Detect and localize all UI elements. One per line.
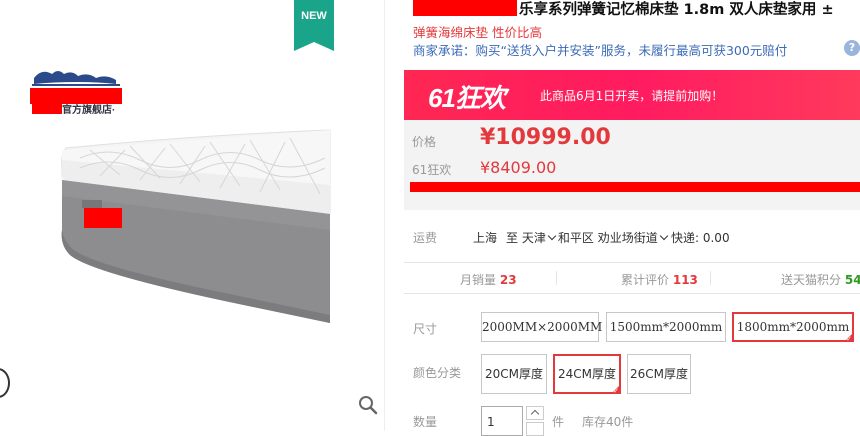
product-title: 乐享系列弹簧记忆棉床垫 1.8m 双人床垫家用 ± bbox=[519, 2, 834, 18]
review-count-value: 113 bbox=[672, 273, 698, 287]
product-image[interactable] bbox=[0, 0, 385, 431]
monthly-sales-value: 23 bbox=[499, 273, 517, 287]
stats-row: 月销量 23 累计评价 113 送天猫积分 54 bbox=[404, 262, 860, 294]
product-info: 乐享系列弹簧记忆棉床垫 1.8m 双人床垫家用 ± 弹簧海绵床垫 性价比高 商家… bbox=[403, 0, 860, 436]
color-option-selected[interactable]: 24CM厚度 ✓ bbox=[553, 354, 621, 395]
promo-price-value: ¥8409.00 bbox=[480, 158, 557, 177]
quantity-label: 数量 bbox=[413, 415, 438, 429]
tmall-points-label: 送天猫积分 bbox=[781, 273, 842, 287]
brand-caption: 官方旗舰店· bbox=[62, 105, 116, 116]
shipping-destination[interactable]: 至 天津 和平区 劝业场街道 bbox=[506, 229, 670, 246]
tmall-points-value: 54 bbox=[844, 273, 860, 287]
review-count[interactable]: 累计评价 113 bbox=[621, 271, 698, 288]
stock-count: 库存40件 bbox=[582, 415, 634, 429]
help-icon[interactable]: ? bbox=[844, 40, 860, 56]
color-option[interactable]: 20CM厚度 bbox=[481, 354, 547, 394]
color-option[interactable]: 26CM厚度 bbox=[627, 354, 691, 394]
color-label: 颜色分类 bbox=[413, 366, 462, 380]
divider bbox=[710, 271, 711, 285]
new-badge-label: NEW bbox=[301, 10, 327, 22]
price-value: ¥10999.00 bbox=[480, 125, 611, 150]
price-label: 价格 bbox=[412, 135, 437, 149]
product-gallery: NEW 官方旗舰店· bbox=[0, 0, 385, 431]
redacted-line bbox=[410, 182, 860, 192]
size-option-label: 1800mm*2000mm bbox=[736, 320, 850, 334]
chevron-down-icon[interactable] bbox=[547, 231, 557, 241]
quantity-increase-button[interactable] bbox=[526, 406, 544, 420]
tmall-points: 送天猫积分 54 bbox=[781, 271, 860, 288]
promo-price-label: 61狂欢 bbox=[412, 163, 452, 177]
shipping-fee: 快递: 0.00 bbox=[671, 231, 730, 245]
size-label: 尺寸 bbox=[413, 322, 438, 336]
size-option[interactable]: 2000MM×2000MM bbox=[481, 312, 602, 342]
monthly-sales-label: 月销量 bbox=[460, 273, 497, 287]
color-option-label: 24CM厚度 bbox=[557, 367, 616, 381]
check-icon: ✓ bbox=[613, 387, 619, 395]
shipping-city[interactable]: 天津 bbox=[522, 231, 546, 245]
shipping-origin: 上海 bbox=[473, 231, 498, 245]
shipping-street[interactable]: 劝业场街道 bbox=[598, 231, 658, 245]
quantity-input[interactable]: 1 bbox=[481, 406, 523, 436]
shipping-district[interactable]: 和平区 bbox=[558, 231, 594, 245]
redacted-title-prefix bbox=[413, 0, 517, 16]
zoom-icon[interactable] bbox=[358, 395, 378, 415]
shipping-to-prefix: 至 bbox=[506, 231, 519, 245]
merchant-promise[interactable]: 商家承诺：购买“送货入户并安装”服务，未履行最高可获300元赔付 bbox=[413, 40, 787, 59]
monthly-sales: 月销量 23 bbox=[460, 271, 517, 288]
product-subtitle: 弹簧海绵床垫 性价比高 bbox=[413, 25, 542, 40]
size-option[interactable]: 1500mm*2000mm bbox=[606, 312, 726, 342]
review-count-label: 累计评价 bbox=[621, 273, 670, 287]
price-box: 价格 ¥10999.00 61狂欢 ¥8409.00 bbox=[404, 120, 860, 210]
size-option-selected[interactable]: 1800mm*2000mm ✓ bbox=[732, 312, 854, 343]
chevron-down-icon[interactable] bbox=[659, 231, 668, 241]
promo-logo: 61狂欢 bbox=[428, 83, 506, 113]
check-icon: ✓ bbox=[846, 335, 852, 343]
shipping-label: 运费 bbox=[413, 231, 438, 245]
divider bbox=[556, 271, 557, 285]
quantity-decrease-button[interactable] bbox=[526, 422, 544, 436]
promo-text: 此商品6月1日开卖，请提前加购！ bbox=[540, 89, 724, 103]
new-badge: NEW bbox=[294, 0, 334, 51]
promo-banner: 61狂欢 此商品6月1日开卖，请提前加购！ bbox=[404, 70, 860, 120]
shipping-row: 运费 上海 至 天津 和平区 劝业场街道 快递: 0.00 bbox=[403, 222, 860, 252]
quantity-unit: 件 bbox=[552, 415, 565, 429]
